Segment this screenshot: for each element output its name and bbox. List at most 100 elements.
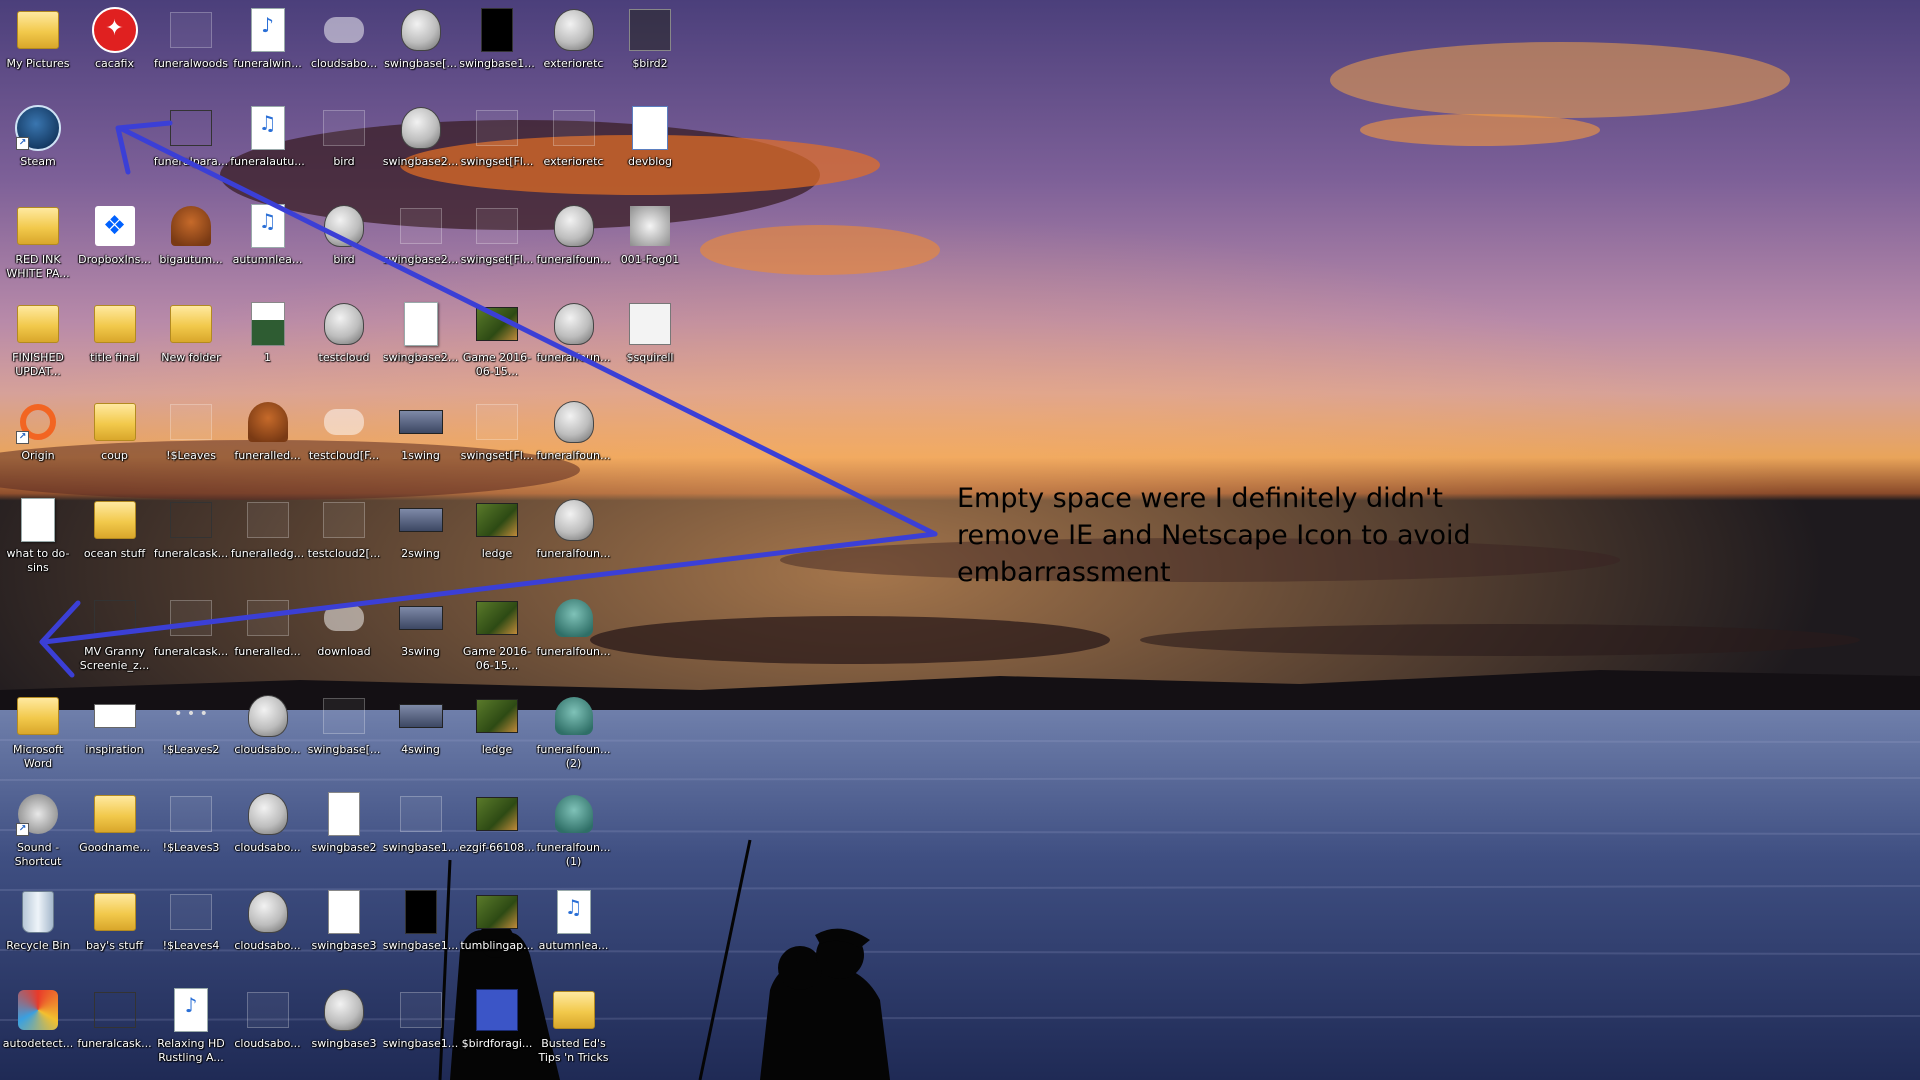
desktop-icon[interactable]: 4swing	[383, 686, 459, 782]
desktop-icon[interactable]: swingbase[...	[383, 0, 459, 96]
desktop-icon[interactable]: download	[306, 588, 382, 684]
desktop-icon[interactable]: exterioretc	[536, 98, 612, 194]
desktop-icon[interactable]: swingbase1...	[383, 882, 459, 978]
desktop-icon[interactable]: !$Leaves	[153, 392, 229, 488]
desktop-icon[interactable]: Game 2016-06-15...	[459, 294, 535, 390]
desktop-icon[interactable]: cloudsabo...	[230, 980, 306, 1076]
desktop-icon[interactable]: swingbase1...	[383, 784, 459, 880]
desktop-icon[interactable]: Game 2016-06-15...	[459, 588, 535, 684]
desktop-icon[interactable]: swingbase1...	[383, 980, 459, 1076]
desktop-icon[interactable]: Goodname...	[77, 784, 153, 880]
desktop-icon[interactable]: funeralcask...	[153, 588, 229, 684]
desktop-icon[interactable]: FINISHED UPDAT...	[0, 294, 76, 390]
desktop-icon[interactable]: swingbase1...	[459, 0, 535, 96]
desktop-icon-label: !$Leaves2	[162, 743, 220, 756]
desktop-icon[interactable]: bird	[306, 196, 382, 292]
desktop-icon[interactable]: what to do-sins	[0, 490, 76, 586]
desktop-icon[interactable]: swingbase2...	[383, 294, 459, 390]
gimp-icon	[244, 692, 292, 740]
desktop-icon[interactable]: testcloud[F...	[306, 392, 382, 488]
desktop-icon[interactable]: My Pictures	[0, 0, 76, 96]
desktop-icon[interactable]: funeralwoods	[153, 0, 229, 96]
desktop-icon[interactable]: bird	[306, 98, 382, 194]
desktop-icon[interactable]: Busted Ed's Tips 'n Tricks	[536, 980, 612, 1076]
desktop-icon[interactable]: 2swing	[383, 490, 459, 586]
desktop-icon[interactable]: ♫ autumnlea...	[230, 196, 306, 292]
desktop-icon[interactable]: funeralfoun... (1)	[536, 784, 612, 880]
desktop-icon[interactable]: coup	[77, 392, 153, 488]
desktop-icon[interactable]: funeralfoun...	[536, 588, 612, 684]
desktop-icon[interactable]: funeralled...	[230, 392, 306, 488]
desktop-icon[interactable]: $birdforagi...	[459, 980, 535, 1076]
desktop-icon[interactable]: cloudsabo...	[230, 784, 306, 880]
desktop-icon[interactable]: bay's stuff	[77, 882, 153, 978]
desktop-icon[interactable]: ledge	[459, 686, 535, 782]
desktop-icon[interactable]: cloudsabo...	[306, 0, 382, 96]
black-image-icon	[397, 888, 445, 936]
desktop-icon[interactable]: 3swing	[383, 588, 459, 684]
desktop-icon[interactable]: 001-Fog01	[612, 196, 688, 292]
desktop-icon[interactable]: funeralcask...	[77, 980, 153, 1076]
desktop-icon[interactable]: exterioretc	[536, 0, 612, 96]
desktop-icon[interactable]: funeralfoun...	[536, 490, 612, 586]
desktop-icon[interactable]: ↗ Origin	[0, 392, 76, 488]
desktop-icon[interactable]: ♫ funeralautu...	[230, 98, 306, 194]
desktop-icon[interactable]: title final	[77, 294, 153, 390]
desktop-icon[interactable]: swingset[Fl...	[459, 196, 535, 292]
desktop-icon[interactable]: ↗ Steam	[0, 98, 76, 194]
desktop-icon[interactable]: swingbase2...	[383, 196, 459, 292]
desktop-icon[interactable]: • • • !$Leaves2	[153, 686, 229, 782]
desktop-icon[interactable]: $bird2	[612, 0, 688, 96]
desktop-icon[interactable]: swingbase2	[306, 784, 382, 880]
desktop-icon[interactable]: ♪ Relaxing HD Rustling A...	[153, 980, 229, 1076]
desktop-icon[interactable]: bigautum...	[153, 196, 229, 292]
desktop-icon[interactable]: swingbase3	[306, 882, 382, 978]
desktop-icon-label: swingset[Fl...	[460, 155, 534, 168]
desktop-icon[interactable]: swingbase[...	[306, 686, 382, 782]
desktop-icon[interactable]: Microsoft Word	[0, 686, 76, 782]
desktop-icon[interactable]: RED INK WHITE PA...	[0, 196, 76, 292]
folder-icon-shape	[93, 795, 136, 833]
desktop-icon[interactable]: $squirell	[612, 294, 688, 390]
fog-image-icon-shape	[630, 206, 670, 246]
desktop-icon[interactable]: Recycle Bin	[0, 882, 76, 978]
desktop-icon[interactable]: swingbase3	[306, 980, 382, 1076]
desktop-icon[interactable]: testcloud	[306, 294, 382, 390]
desktop-icon[interactable]: inspiration	[77, 686, 153, 782]
desktop-icon[interactable]: MV Granny Screenie_z...	[77, 588, 153, 684]
desktop-icon[interactable]: ledge	[459, 490, 535, 586]
desktop-icon[interactable]: funeralledg...	[230, 490, 306, 586]
desktop-icon[interactable]: swingbase2...	[383, 98, 459, 194]
desktop-icon[interactable]: ezgif-66108...	[459, 784, 535, 880]
swing-image-icon	[473, 202, 521, 250]
desktop-icon[interactable]: funeralled...	[230, 588, 306, 684]
desktop-icon[interactable]: autodetect...	[0, 980, 76, 1076]
desktop-icon[interactable]: !$Leaves4	[153, 882, 229, 978]
desktop-icon[interactable]: ✦ cacafix	[77, 0, 153, 96]
desktop-icon[interactable]: testcloud2[...	[306, 490, 382, 586]
desktop-icon[interactable]: devblog	[612, 98, 688, 194]
desktop-icon[interactable]: swingset[Fl...	[459, 392, 535, 488]
desktop-icon[interactable]: funeralfoun...	[536, 196, 612, 292]
desktop-icon[interactable]: ❖ DropboxIns...	[77, 196, 153, 292]
desktop-icon[interactable]: 1swing	[383, 392, 459, 488]
desktop-icon[interactable]: swingset[Fl...	[459, 98, 535, 194]
desktop-icon[interactable]: funeralfoun... (2)	[536, 686, 612, 782]
desktop-icon[interactable]: cloudsabo...	[230, 686, 306, 782]
desktop-icon[interactable]: funeralpara...	[153, 98, 229, 194]
desktop-icon[interactable]: ♪ funeralwin...	[230, 0, 306, 96]
cacafix-icon-shape: ✦	[91, 7, 138, 53]
desktop-icon[interactable]: tumblingap...	[459, 882, 535, 978]
desktop-icon[interactable]: ♫ autumnlea...	[536, 882, 612, 978]
desktop-icon[interactable]: !$Leaves3	[153, 784, 229, 880]
desktop-icon-label: funeralfoun... (2)	[536, 743, 611, 770]
desktop-icon[interactable]: funeralfoun...	[536, 294, 612, 390]
desktop-icon[interactable]: cloudsabo...	[230, 882, 306, 978]
desktop-icon[interactable]: funeralfoun...	[536, 392, 612, 488]
desktop-icon[interactable]: New folder	[153, 294, 229, 390]
desktop-icon[interactable]: ocean stuff	[77, 490, 153, 586]
steam-icon: ↗	[14, 104, 62, 152]
desktop-icon[interactable]: 1	[230, 294, 306, 390]
desktop-icon[interactable]: funeralcask...	[153, 490, 229, 586]
desktop-icon[interactable]: ↗ Sound - Shortcut	[0, 784, 76, 880]
